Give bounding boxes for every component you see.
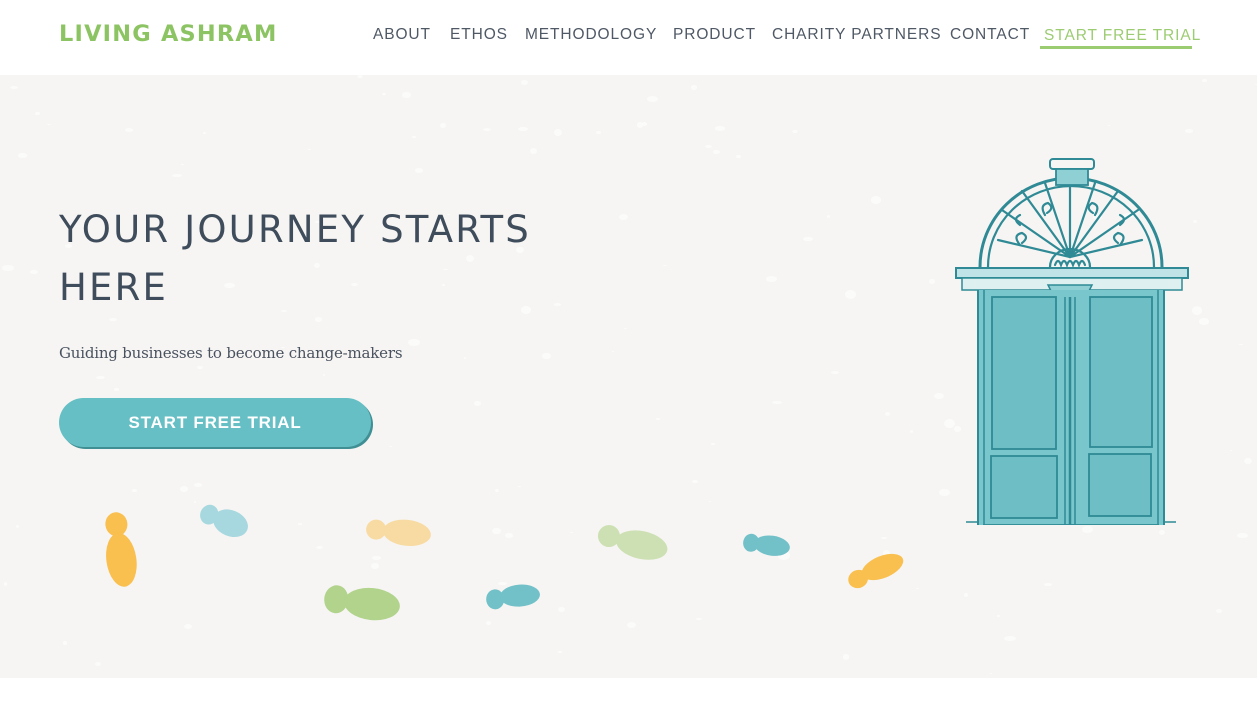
door-keystone: [1049, 158, 1095, 186]
footprint-icon: [200, 504, 248, 538]
footprint-icon: [848, 553, 904, 589]
footprint-icon: [324, 585, 400, 621]
footprint-icon: [597, 525, 668, 560]
door-arch: [978, 176, 1164, 269]
footprint-icon: [486, 584, 540, 610]
nav-start-free-trial[interactable]: START FREE TRIAL: [1044, 27, 1201, 45]
nav-item-charity-partners[interactable]: CHARITY PARTNERS: [772, 26, 941, 44]
nav-cta-underline: [1040, 46, 1192, 49]
nav-item-ethos[interactable]: ETHOS: [450, 26, 508, 44]
nav-item-product[interactable]: PRODUCT: [673, 26, 756, 44]
page-below-hero: [0, 678, 1257, 707]
site-header: LIVING ASHRAM ABOUT ETHOS METHODOLOGY PR…: [0, 0, 1257, 75]
door-panels: [966, 290, 1176, 525]
footprint-icon: [366, 519, 431, 547]
footprint-icon: [743, 533, 790, 556]
logo[interactable]: LIVING ASHRAM: [59, 22, 278, 47]
nav-item-methodology[interactable]: METHODOLOGY: [525, 26, 657, 44]
door-illustration: [955, 158, 1189, 525]
nav-item-about[interactable]: ABOUT: [373, 26, 431, 44]
footprint-icon: [105, 512, 137, 587]
nav-item-contact[interactable]: CONTACT: [950, 26, 1030, 44]
